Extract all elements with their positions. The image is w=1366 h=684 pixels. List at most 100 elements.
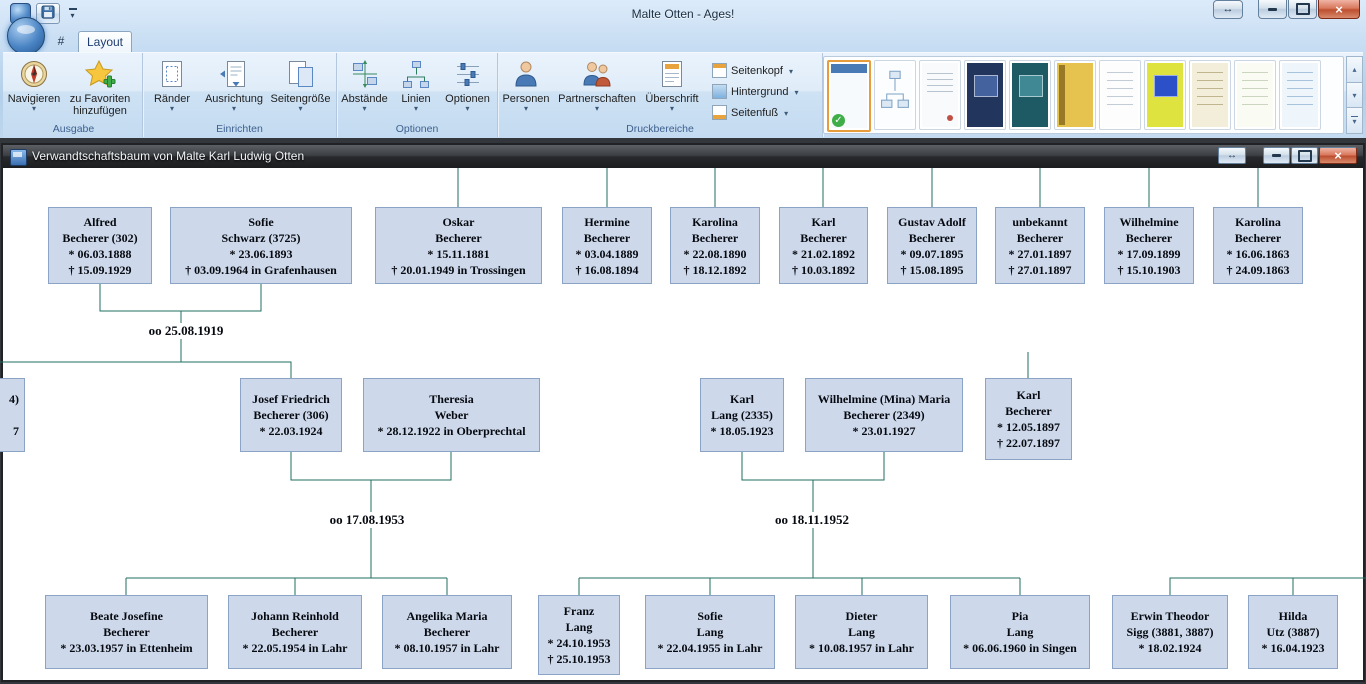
chevron-down-icon: [362, 105, 366, 112]
tab-layout[interactable]: Layout: [78, 31, 132, 53]
partnerschaften-button[interactable]: Partnerschaften: [554, 56, 640, 112]
design-thumbnail-1[interactable]: ✓: [827, 60, 871, 132]
save-floppy-icon: [41, 5, 55, 22]
chevron-down-icon: [792, 86, 798, 98]
checkmark-icon: ✓: [832, 114, 845, 127]
person-box-erwin-theodor-sigg[interactable]: Erwin TheodorSigg (3881, 3887)* 18.02.19…: [1112, 595, 1228, 669]
hintergrund-toggle[interactable]: Hintergrund: [712, 81, 820, 102]
ribbon-group-druckbereiche: Personen Partnerschaften: [498, 53, 823, 137]
print-area-toggles: Seitenkopf Hintergrund Seitenfuß: [712, 60, 820, 123]
gallery-scroll-down-icon[interactable]: [1346, 82, 1363, 108]
person-box-alfred-becherer[interactable]: AlfredBecherer (302)* 06.03.1888† 15.09.…: [48, 207, 152, 284]
qat-dropdown-icon[interactable]: [65, 5, 80, 23]
design-thumbnail-9[interactable]: [1189, 60, 1231, 130]
person-box-sofie-schwarz[interactable]: SofieSchwarz (3725)* 23.06.1893† 03.09.1…: [170, 207, 352, 284]
person-box-theresia-weber[interactable]: TheresiaWeber* 28.12.1922 in Oberprechta…: [363, 378, 540, 452]
design-gallery-items: ✓: [823, 56, 1344, 134]
maximize-button[interactable]: [1288, 0, 1317, 19]
resize-window-button[interactable]: [1213, 0, 1243, 19]
close-button[interactable]: [1318, 0, 1360, 19]
zu-favoriten-hinzufuegen-button[interactable]: zu Favoriten hinzufügen: [63, 56, 137, 117]
person-box-karolina-becherer-1890[interactable]: KarolinaBecherer* 22.08.1890† 18.12.1892: [670, 207, 760, 284]
design-thumbnail-6[interactable]: [1054, 60, 1096, 130]
seitenfuss-toggle[interactable]: Seitenfuß: [712, 102, 820, 123]
document-maximize-button[interactable]: [1291, 147, 1318, 164]
design-thumbnail-3[interactable]: [919, 60, 961, 130]
gallery-scroll-up-icon[interactable]: [1346, 56, 1363, 82]
person-box-beate-josefine-becherer[interactable]: Beate JosefineBecherer* 23.03.1957 in Et…: [45, 595, 208, 669]
tree-lines-icon: [400, 58, 432, 90]
seitenfuss-label: Seitenfuß: [731, 107, 778, 119]
group-label-ausgabe: Ausgabe: [5, 123, 142, 135]
person-box-angelika-maria-becherer[interactable]: Angelika MariaBecherer* 08.10.1957 in La…: [382, 595, 512, 669]
chevron-down-icon: [232, 105, 236, 112]
margins-icon: [156, 58, 188, 90]
group-label-druckbereiche: Druckbereiche: [498, 123, 822, 135]
design-thumbnail-5[interactable]: [1009, 60, 1051, 130]
seitenkopf-toggle[interactable]: Seitenkopf: [712, 60, 820, 81]
favorite-star-icon: [84, 58, 116, 90]
application-menu-button[interactable]: [7, 17, 45, 55]
chevron-down-icon: [298, 105, 302, 112]
zu-favoriten-label: zu Favoriten hinzufügen: [65, 93, 135, 117]
seitengroesse-button[interactable]: Seitengröße: [267, 56, 334, 112]
chevron-down-icon: [524, 105, 528, 112]
gallery-more-icon[interactable]: [1346, 107, 1363, 134]
chevron-down-icon: [170, 105, 174, 112]
design-thumbnail-4[interactable]: [964, 60, 1006, 130]
minimize-button[interactable]: [1258, 0, 1287, 19]
person-box-karl-becherer-1897[interactable]: KarlBecherer* 12.05.1897† 22.07.1897: [985, 378, 1072, 460]
design-thumbnail-8[interactable]: [1144, 60, 1186, 130]
ausrichtung-button[interactable]: Ausrichtung: [201, 56, 267, 112]
document-close-button[interactable]: [1319, 147, 1357, 164]
chevron-down-icon: [595, 105, 599, 112]
design-gallery-scrollbar: [1346, 56, 1363, 134]
person-box-hermine-becherer[interactable]: HermineBecherer* 03.04.1889† 16.08.1894: [562, 207, 652, 284]
ueberschrift-button[interactable]: Überschrift: [640, 56, 704, 112]
page-size-icon: [285, 58, 317, 90]
person-box-sofie-lang[interactable]: SofieLang* 22.04.1955 in Lahr: [645, 595, 775, 669]
person-box-wilhelmine-becherer-1899[interactable]: WilhelmineBecherer* 17.09.1899† 15.10.19…: [1104, 207, 1194, 284]
person-box-josef-friedrich-becherer[interactable]: Josef FriedrichBecherer (306)* 22.03.192…: [240, 378, 342, 452]
page-header-icon: [712, 63, 727, 78]
compass-icon: [18, 58, 50, 90]
save-button[interactable]: [36, 3, 60, 24]
tab-hash[interactable]: #: [48, 31, 74, 52]
document-icon: [10, 149, 27, 166]
person-box-hilda-utz[interactable]: HildaUtz (3887)* 16.04.1923: [1248, 595, 1338, 669]
raender-button[interactable]: Ränder: [143, 56, 201, 112]
spacing-icon: [349, 58, 381, 90]
window-title: Malte Otten - Ages!: [632, 7, 735, 21]
person-box-franz-lang[interactable]: FranzLang* 24.10.1953† 25.10.1953: [538, 595, 620, 675]
person-box-johann-reinhold-becherer[interactable]: Johann ReinholdBecherer* 22.05.1954 in L…: [228, 595, 362, 669]
person-box-wilhelmine-mina-maria-becherer[interactable]: Wilhelmine (Mina) MariaBecherer (2349)* …: [805, 378, 963, 452]
design-thumbnail-10[interactable]: [1234, 60, 1276, 130]
group-label-optionen: Optionen: [337, 123, 497, 135]
design-thumbnail-2[interactable]: [874, 60, 916, 130]
optionen-button[interactable]: Optionen: [440, 56, 495, 112]
personen-button[interactable]: Personen: [498, 56, 554, 112]
ribbon-group-ausgabe: Navigieren zu Favoriten hinzufügen Ausga…: [5, 53, 143, 137]
abstaende-button[interactable]: Abstände: [337, 56, 392, 112]
person-box-karolina-becherer-1863[interactable]: KarolinaBecherer* 16.06.1863† 24.09.1863: [1213, 207, 1303, 284]
linien-button[interactable]: Linien: [392, 56, 440, 112]
person-box-dieter-lang[interactable]: DieterLang* 10.08.1957 in Lahr: [795, 595, 928, 669]
page-footer-icon: [712, 105, 727, 120]
hintergrund-label: Hintergrund: [731, 86, 788, 98]
navigieren-button[interactable]: Navigieren: [5, 56, 63, 117]
design-thumbnail-11[interactable]: [1279, 60, 1321, 130]
person-box-karl-becherer-1892[interactable]: KarlBecherer* 21.02.1892† 10.03.1892: [779, 207, 868, 284]
person-box-gustav-adolf-becherer[interactable]: Gustav AdolfBecherer* 09.07.1895† 15.08.…: [887, 207, 977, 284]
person-box-unbekannt-becherer[interactable]: unbekanntBecherer* 27.01.1897† 27.01.189…: [995, 207, 1085, 284]
document-minimize-button[interactable]: [1263, 147, 1290, 164]
person-box-pia-lang[interactable]: PiaLang* 06.06.1960 in Singen: [950, 595, 1090, 669]
chevron-down-icon: [787, 65, 793, 77]
person-box-karl-lang[interactable]: KarlLang (2335)* 18.05.1923: [700, 378, 784, 452]
design-gallery: ✓: [823, 56, 1363, 134]
design-thumbnail-7[interactable]: [1099, 60, 1141, 130]
person-box-oskar-becherer[interactable]: OskarBecherer* 15.11.1881† 20.01.1949 in…: [375, 207, 542, 284]
person-box-partial-left[interactable]: 4)7: [0, 378, 25, 452]
ribbon-group-optionen: Abstände Linien Optionen: [337, 53, 498, 137]
application-window: Malte Otten - Ages! # Layout: [0, 0, 1366, 684]
document-resize-button[interactable]: [1218, 147, 1246, 164]
